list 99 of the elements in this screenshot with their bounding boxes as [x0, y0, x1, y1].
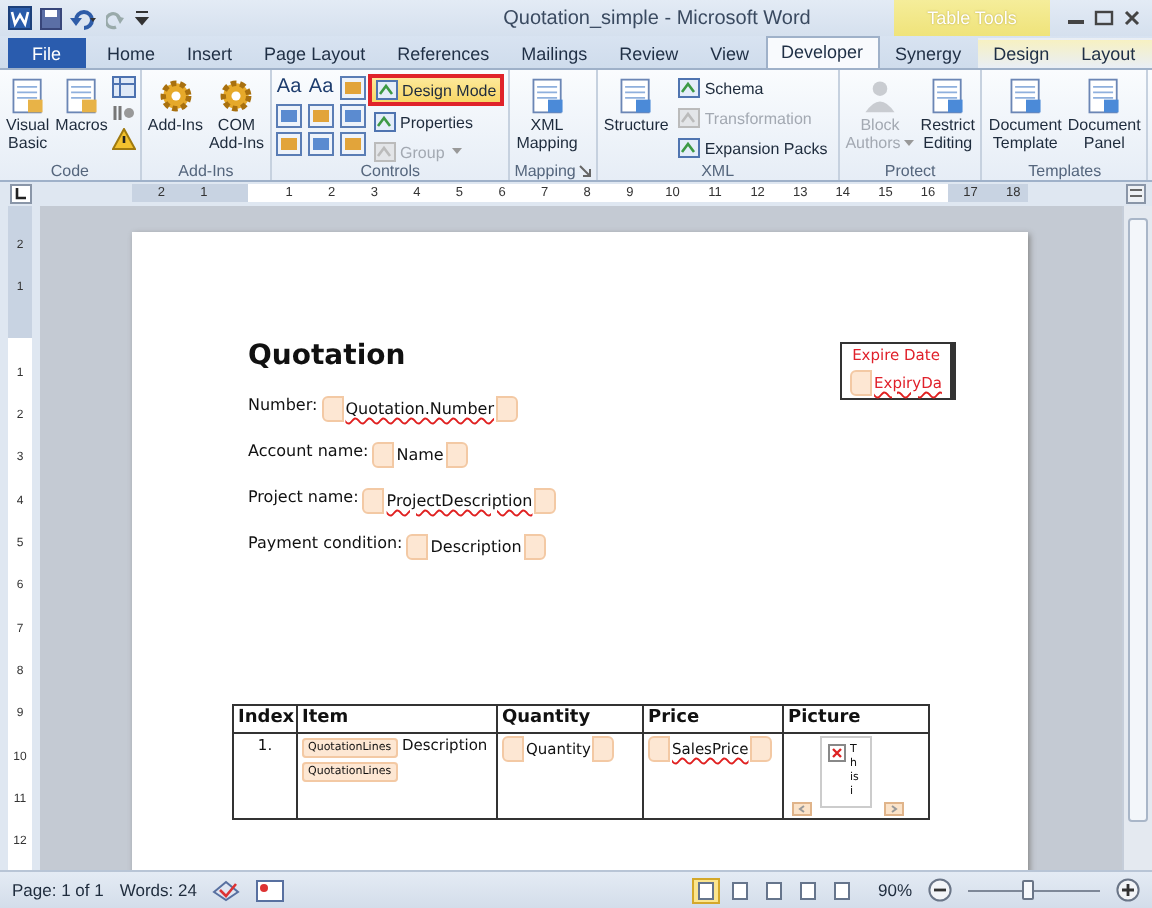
chevron-box-icon: [376, 80, 399, 100]
ruler-toggle-icon[interactable]: [1126, 184, 1146, 204]
ribbon-tab[interactable]: Layout: [1065, 38, 1152, 68]
control-icon[interactable]: [340, 76, 367, 100]
zoom-slider[interactable]: [968, 878, 1100, 902]
chevron-box-icon: [678, 138, 701, 158]
group-label: Mapping: [514, 161, 576, 179]
control-icon[interactable]: [276, 104, 303, 128]
ribbon-tab[interactable]: Design: [977, 38, 1066, 68]
text-control-icon[interactable]: Aa: [276, 76, 303, 100]
control-icon[interactable]: [276, 132, 303, 156]
document-icon: [527, 76, 568, 116]
ribbon-tab[interactable]: View: [694, 38, 766, 68]
document-icon: [1005, 76, 1046, 116]
left-handle-icon[interactable]: [792, 802, 812, 816]
warning-icon[interactable]: [111, 128, 136, 150]
ribbon-button[interactable]: Macros: [53, 74, 110, 136]
chevron-box-icon: [678, 78, 701, 98]
content-control[interactable]: Name: [372, 442, 468, 468]
group-label: Code: [50, 161, 89, 179]
control-icon[interactable]: [308, 132, 335, 156]
column-header: Picture: [783, 705, 929, 733]
zoom-level[interactable]: 90%: [877, 880, 912, 900]
ribbon-button[interactable]: COM Add-Ins: [206, 74, 267, 154]
ribbon-tab[interactable]: Synergy: [879, 38, 978, 68]
control-icon[interactable]: [340, 132, 367, 156]
ribbon-tab[interactable]: Review: [603, 38, 695, 68]
word-count[interactable]: Words: 24: [119, 880, 197, 900]
content-control[interactable]: Quotation.Number: [321, 396, 519, 422]
column-header: Item: [297, 705, 497, 733]
ribbon-button[interactable]: Design Mode: [368, 74, 505, 106]
group-label: Protect: [884, 161, 936, 179]
document-icon: [61, 76, 102, 116]
ribbon-tab[interactable]: Insert: [171, 38, 249, 68]
control-icon[interactable]: [340, 104, 367, 128]
field-label: Number:: [248, 396, 318, 414]
zoom-out-icon[interactable]: [928, 878, 952, 902]
close-icon[interactable]: [1122, 10, 1142, 26]
ribbon-button[interactable]: Document Template: [986, 74, 1064, 154]
ribbon-tab[interactable]: Page Layout: [248, 38, 382, 68]
ribbon-tab[interactable]: Mailings: [505, 38, 604, 68]
document-heading: Quotation: [248, 340, 406, 372]
document-icon: [1084, 76, 1125, 116]
ribbon-button[interactable]: Properties: [368, 108, 505, 136]
ribbon-button[interactable]: Schema: [672, 74, 834, 102]
chevron-box-icon: [374, 142, 397, 162]
document-icon: [7, 76, 48, 116]
ribbon-tab[interactable]: References: [381, 38, 506, 68]
dialog-launcher-icon[interactable]: [577, 164, 592, 178]
field-label: Payment condition:: [248, 534, 403, 552]
chevron-box-icon: [374, 112, 397, 132]
field-label: Project name:: [248, 488, 359, 506]
column-header: Price: [643, 705, 783, 733]
chevron-box-icon: [678, 108, 701, 128]
ribbon-button[interactable]: XML Mapping: [514, 74, 580, 154]
person-icon: [860, 76, 900, 116]
macro-record-icon[interactable]: [256, 879, 285, 901]
grid-icon[interactable]: [111, 76, 136, 98]
group-label: Controls: [360, 161, 421, 179]
maximize-icon[interactable]: [1094, 10, 1114, 26]
zoom-slider-thumb[interactable]: [1021, 880, 1034, 900]
document-icon: [927, 76, 968, 116]
ribbon-button[interactable]: Add-Ins: [145, 74, 205, 136]
ribbon-button[interactable]: Visual Basic: [4, 74, 52, 154]
word-logo-icon[interactable]: [8, 6, 32, 30]
group-label: XML: [701, 161, 735, 179]
column-header: Index: [233, 705, 297, 733]
group-label: Add-Ins: [178, 161, 234, 179]
view-button[interactable]: [691, 877, 720, 903]
page-count[interactable]: Page: 1 of 1: [12, 880, 104, 900]
ribbon-button[interactable]: Structure: [601, 74, 671, 136]
ribbon-button[interactable]: Restrict Editing: [918, 74, 977, 154]
group-label: Templates: [1028, 161, 1102, 179]
ribbon-button[interactable]: Expansion Packs: [672, 134, 834, 162]
content-control[interactable]: ProjectDescription: [362, 488, 557, 514]
ribbon-button[interactable]: Document Panel: [1065, 74, 1143, 154]
table-tools-label: Table Tools: [894, 0, 1050, 36]
pause-record-icon[interactable]: [111, 102, 136, 124]
text-control-icon[interactable]: Aa: [308, 76, 335, 100]
control-icon[interactable]: [308, 104, 335, 128]
save-icon[interactable]: [40, 7, 62, 29]
content-control[interactable]: Description: [406, 534, 546, 560]
window-title: Quotation_simple - Microsoft Word: [501, 7, 813, 29]
field-label: Account name:: [248, 442, 369, 460]
document-icon: [616, 76, 657, 116]
right-handle-icon[interactable]: [884, 802, 904, 816]
proofing-icon[interactable]: [212, 879, 241, 901]
tab-stop-icon[interactable]: [10, 184, 32, 204]
zoom-in-icon[interactable]: [1116, 878, 1140, 902]
ribbon-tab[interactable]: File: [8, 38, 86, 68]
column-header: Quantity: [497, 705, 643, 733]
gear-icon: [216, 76, 257, 116]
ribbon-tab[interactable]: Developer: [765, 36, 880, 68]
customize-toolbar-icon[interactable]: [134, 8, 150, 28]
ribbon-tab[interactable]: Home: [91, 38, 172, 68]
undo-icon[interactable]: [70, 7, 98, 29]
broken-image-icon: [828, 744, 846, 762]
vertical-scrollbar[interactable]: [1122, 206, 1152, 870]
gear-icon: [155, 76, 196, 116]
